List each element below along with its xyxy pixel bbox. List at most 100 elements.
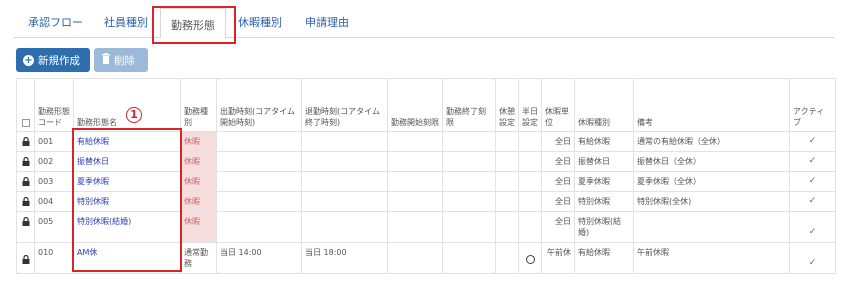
- lock-icon: [16, 191, 35, 212]
- row-code: 010: [34, 242, 74, 274]
- row-leave-type: 有給休暇: [574, 131, 634, 152]
- tab-application-reason[interactable]: 申請理由: [305, 14, 349, 30]
- row-start: [216, 171, 302, 192]
- row-leave-type: 特別休暇: [574, 191, 634, 212]
- row-active-check-icon: ✓: [789, 242, 836, 274]
- row-start: [216, 191, 302, 212]
- row-work-end: [442, 211, 496, 243]
- row-active-check-icon: ✓: [789, 211, 836, 243]
- header-work-end-limit[interactable]: 勤務終了刻限: [442, 78, 496, 132]
- new-button[interactable]: + 新規作成: [16, 48, 90, 72]
- row-leave-type: 有給休暇: [574, 242, 634, 274]
- lock-icon: [16, 151, 35, 172]
- row-end: [301, 151, 388, 172]
- row-break: [495, 242, 519, 274]
- header-category[interactable]: 勤務種別: [180, 78, 217, 132]
- row-note: [633, 211, 790, 243]
- row-work-start: [387, 211, 443, 243]
- row-leave-type: 特別休暇(結婚): [574, 211, 634, 243]
- row-end: [301, 131, 388, 152]
- lock-icon: [16, 131, 35, 152]
- row-unit: 全日: [541, 191, 575, 212]
- row-code: 005: [34, 211, 74, 243]
- row-leave-type: 振替休日: [574, 151, 634, 172]
- delete-button[interactable]: 削除: [94, 48, 148, 72]
- delete-button-label: 削除: [114, 54, 135, 67]
- tab-approval-flow[interactable]: 承認フロー: [28, 14, 83, 30]
- row-half: [518, 211, 542, 243]
- annotation-badge: 1: [126, 107, 142, 123]
- lock-icon: [16, 242, 35, 274]
- row-category: 休暇: [180, 131, 217, 152]
- row-unit: 全日: [541, 211, 575, 243]
- row-category: 休暇: [180, 191, 217, 212]
- row-half: [518, 131, 542, 152]
- row-half: [518, 242, 542, 274]
- row-active-check-icon: ✓: [789, 151, 836, 172]
- row-end: [301, 191, 388, 212]
- row-break: [495, 171, 519, 192]
- half-day-circle-icon: [525, 255, 535, 264]
- header-leave-unit[interactable]: 休暇単位: [541, 78, 575, 132]
- row-work-end: [442, 171, 496, 192]
- row-code: 001: [34, 131, 74, 152]
- row-category: 休暇: [180, 151, 217, 172]
- header-note[interactable]: 備考: [633, 78, 790, 132]
- row-work-end: [442, 191, 496, 212]
- row-code: 002: [34, 151, 74, 172]
- name-column-highlight: [72, 128, 182, 272]
- header-end-time[interactable]: 退勤時刻(コアタイム終了時刻): [301, 78, 388, 132]
- row-category: 休暇: [180, 171, 217, 192]
- header-active[interactable]: アクティブ: [789, 78, 836, 132]
- row-note: 夏季休暇（全休）: [633, 171, 790, 192]
- header-work-start-limit[interactable]: 勤務開始刻限: [387, 78, 443, 132]
- trash-icon: [101, 53, 111, 67]
- select-all-checkbox[interactable]: [21, 118, 30, 127]
- header-break-setting[interactable]: 休憩設定: [495, 78, 519, 132]
- table-header-row: 勤務形態コード 勤務形態名 勤務種別 出勤時刻(コアタイム開始時刻) 退勤時刻(…: [16, 78, 836, 132]
- row-unit: 全日: [541, 131, 575, 152]
- row-break: [495, 131, 519, 152]
- row-unit: 午前休: [541, 242, 575, 274]
- header-half-day-setting[interactable]: 半日設定: [518, 78, 542, 132]
- row-code: 003: [34, 171, 74, 192]
- active-tab-highlight: [152, 6, 236, 44]
- row-note: 通常の有給休暇（全休）: [633, 131, 790, 152]
- row-code: 004: [34, 191, 74, 212]
- row-break: [495, 191, 519, 212]
- row-category: 休暇: [180, 211, 217, 243]
- row-break: [495, 151, 519, 172]
- header-name[interactable]: 勤務形態名: [73, 78, 181, 132]
- tab-employee-type[interactable]: 社員種別: [104, 14, 148, 30]
- row-start: 当日 14:00: [216, 242, 302, 274]
- tab-leave-type[interactable]: 休暇種別: [238, 14, 282, 30]
- row-note: 特別休暇(全休): [633, 191, 790, 212]
- row-note: 午前休暇: [633, 242, 790, 274]
- lock-icon: [16, 171, 35, 192]
- row-active-check-icon: ✓: [789, 131, 836, 152]
- header-start-time[interactable]: 出勤時刻(コアタイム開始時刻): [216, 78, 302, 132]
- header-leave-type[interactable]: 休暇種別: [574, 78, 634, 132]
- row-category: 通常勤務: [180, 242, 217, 274]
- row-work-start: [387, 171, 443, 192]
- row-half: [518, 171, 542, 192]
- row-active-check-icon: ✓: [789, 191, 836, 212]
- row-start: [216, 151, 302, 172]
- row-leave-type: 夏季休暇: [574, 171, 634, 192]
- row-unit: 全日: [541, 151, 575, 172]
- row-active-check-icon: ✓: [789, 171, 836, 192]
- row-break: [495, 211, 519, 243]
- row-end: [301, 171, 388, 192]
- tab-bar: 承認フロー 社員種別 勤務形態 休暇種別 申請理由: [14, 8, 834, 39]
- row-start: [216, 131, 302, 152]
- row-work-start: [387, 242, 443, 274]
- row-note: 振替休日（全休）: [633, 151, 790, 172]
- header-code[interactable]: 勤務形態コード: [34, 78, 74, 132]
- row-start: [216, 211, 302, 243]
- new-button-label: 新規作成: [38, 54, 80, 67]
- select-all-header: [16, 78, 35, 132]
- row-work-end: [442, 151, 496, 172]
- row-half: [518, 151, 542, 172]
- row-unit: 全日: [541, 171, 575, 192]
- row-work-start: [387, 151, 443, 172]
